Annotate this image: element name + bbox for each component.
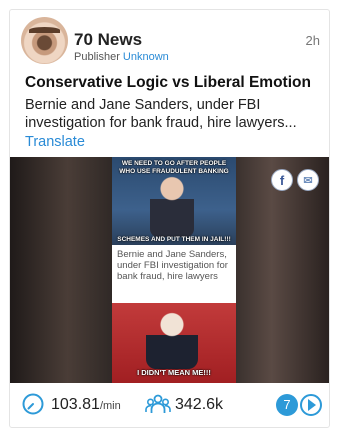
meme-top-panel: WE NEED TO GO AFTER PEOPLE WHO USE FRAUD… [112, 157, 236, 245]
time-ago: 2h [305, 33, 320, 48]
meme-caption-mid: SCHEMES AND PUT THEM IN JAIL!!! [117, 236, 231, 243]
rate-stat: 103.81/min [51, 396, 121, 414]
rate-value: 103.81 [51, 396, 100, 413]
publisher-name[interactable]: 70 News [74, 30, 142, 50]
meme-caption-bottom: I DIDN'T MEAN ME!!! [137, 368, 211, 377]
meme-person-figure [150, 175, 194, 237]
stats-bar: 103.81/min 342.6k 7 [10, 383, 329, 427]
article-image[interactable]: WE NEED TO GO AFTER PEOPLE WHO USE FRAUD… [10, 157, 329, 383]
publisher-role-label: Publisher [74, 51, 120, 63]
reach-value: 342.6k [175, 396, 224, 413]
meme-caption-text: Bernie and Jane Sanders, under FBI inves… [117, 249, 228, 282]
meme-person-figure-2 [146, 309, 198, 369]
article-description: Bernie and Jane Sanders, under FBI inves… [25, 97, 297, 131]
facebook-share-icon[interactable]: f [271, 169, 293, 191]
count-badge[interactable]: 7 [276, 394, 298, 416]
play-icon[interactable] [300, 394, 322, 416]
publisher-subtitle: Publisher Unknown [74, 51, 169, 63]
meme-caption-top: WE NEED TO GO AFTER PEOPLE WHO USE FRAUD… [119, 160, 229, 175]
mail-share-icon[interactable]: ✉ [297, 169, 319, 191]
meme-bottom-panel: I DIDN'T MEAN ME!!! [112, 303, 236, 383]
users-icon [145, 394, 171, 413]
publisher-avatar [21, 17, 68, 64]
news-card[interactable]: 70 News Publisher Unknown 2h Conservativ… [9, 9, 330, 428]
rate-unit: /min [99, 400, 121, 412]
article-title[interactable]: Conservative Logic vs Liberal Emotion [25, 74, 321, 92]
translate-link[interactable]: Translate [25, 134, 85, 150]
speedometer-icon [22, 393, 44, 415]
publisher-status: Unknown [122, 51, 169, 63]
meme-image: WE NEED TO GO AFTER PEOPLE WHO USE FRAUD… [112, 157, 236, 383]
